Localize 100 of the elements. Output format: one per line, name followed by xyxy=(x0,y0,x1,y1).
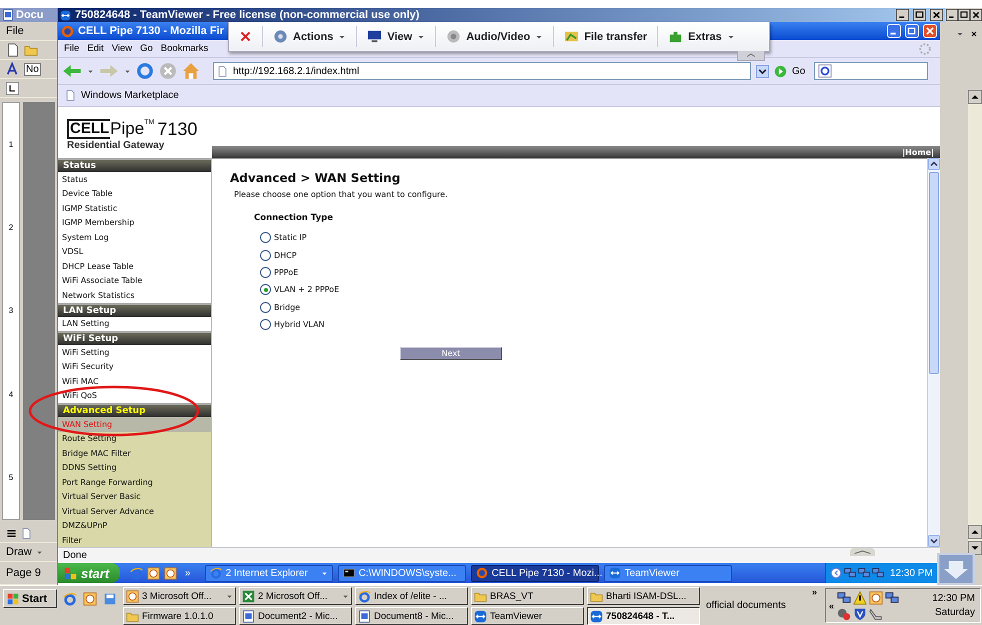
arrows-icon xyxy=(474,610,487,622)
taskbar-button[interactable]: TeamViewer xyxy=(471,607,584,625)
caret-icon xyxy=(36,548,43,556)
radio-button[interactable] xyxy=(260,266,271,278)
windows-flag-icon xyxy=(7,592,19,604)
radio-button[interactable] xyxy=(260,319,271,330)
maximize-icon[interactable] xyxy=(913,9,926,21)
logo-product: Pipe xyxy=(110,119,144,139)
toolbar-button[interactable]: Extras xyxy=(657,26,745,47)
draw-menu[interactable]: Draw xyxy=(6,546,32,558)
shield-icon[interactable] xyxy=(853,606,868,620)
toolbar-button[interactable]: Audio/Video xyxy=(435,26,554,47)
taskbar-button[interactable]: CELL Pipe 7130 - Mozi... xyxy=(470,564,599,582)
taskbar-button[interactable]: 2 Microsoft Off... xyxy=(239,587,352,605)
taskbar-button[interactable]: Document2 - Mic... xyxy=(239,607,352,625)
radio-button[interactable] xyxy=(260,232,271,244)
globe-icon[interactable] xyxy=(130,566,143,580)
collapse-icon[interactable] xyxy=(830,567,842,579)
network-icon[interactable] xyxy=(885,590,900,604)
menu-item[interactable]: Edit xyxy=(83,43,108,54)
sidebar-item[interactable]: Virtual Server Basic xyxy=(58,490,211,504)
menu-item[interactable]: Go xyxy=(136,43,157,54)
taskbar-button[interactable]: Index of /elite - ... xyxy=(355,587,468,605)
taskbar-button[interactable]: TeamViewer xyxy=(604,564,732,582)
go-button[interactable]: Go xyxy=(792,66,806,76)
search-field[interactable] xyxy=(814,62,928,80)
search-engine-icon[interactable] xyxy=(818,64,832,78)
spreadsheet-icon xyxy=(242,590,255,602)
taskbar-button[interactable]: 2 Internet Explorer xyxy=(204,564,333,582)
taskbar-button[interactable]: 3 Microsoft Off... xyxy=(123,587,236,605)
tab-stop-icon[interactable] xyxy=(6,82,19,94)
maximize-icon[interactable] xyxy=(958,9,970,21)
start-button[interactable]: Start xyxy=(3,589,57,608)
font-icon[interactable] xyxy=(6,62,20,76)
warning-icon[interactable] xyxy=(853,590,868,604)
sidebar-item[interactable]: LAN Setting xyxy=(58,316,211,331)
network-icon[interactable] xyxy=(837,590,852,604)
page-icon xyxy=(65,90,76,101)
section-header: Status xyxy=(58,158,211,172)
toolbar-button[interactable]: File transfer xyxy=(553,26,658,47)
status-bar: Done xyxy=(58,547,940,563)
minimize-icon[interactable] xyxy=(946,9,958,21)
menu-item[interactable]: View xyxy=(108,43,136,54)
minimize-icon[interactable] xyxy=(896,9,909,21)
option-label: VLAN + 2 PPPoE xyxy=(274,285,340,294)
close-icon[interactable] xyxy=(970,30,978,38)
network-icon[interactable] xyxy=(844,567,856,579)
address-field[interactable]: http://192.168.2.1/index.html xyxy=(213,62,751,80)
toolbar-button[interactable]: Actions xyxy=(262,26,356,47)
globe-icon[interactable] xyxy=(63,592,77,606)
taskbar-button[interactable]: 750824648 - T... xyxy=(587,607,700,625)
more-button[interactable]: » xyxy=(185,568,191,578)
caret-icon[interactable] xyxy=(956,30,964,38)
close-icon[interactable] xyxy=(970,9,982,21)
picture-folder-icon xyxy=(564,29,580,44)
close-icon[interactable] xyxy=(930,9,943,21)
ruler-number: 5 xyxy=(8,472,14,482)
scroll-thumb[interactable] xyxy=(929,172,939,374)
reload-icon[interactable] xyxy=(136,62,154,80)
sidebar-item[interactable]: Port Range Forwarding xyxy=(58,475,211,490)
ruler-number: 3 xyxy=(8,306,14,316)
sidebar-item[interactable]: Bridge MAC Filter xyxy=(58,446,211,460)
taskbar-button[interactable]: C:\WINDOWS\syste... xyxy=(338,564,466,582)
dropdown-icon[interactable] xyxy=(756,64,769,78)
home-link[interactable]: |Home| xyxy=(902,148,934,156)
menu-item[interactable]: Bookmarks xyxy=(156,43,212,54)
clock: 12:30 PM xyxy=(890,568,933,578)
section-header: LAN Setup xyxy=(58,302,211,316)
taskbar-button[interactable]: Document8 - Mic... xyxy=(355,607,468,625)
caret-icon[interactable] xyxy=(87,68,94,74)
sidebar-item[interactable]: DDNS Setting xyxy=(58,460,211,475)
caret-icon[interactable] xyxy=(124,68,131,74)
style-field[interactable]: No xyxy=(24,62,41,76)
menu-item[interactable]: File xyxy=(60,43,84,54)
sidebar-item[interactable]: Virtual Server Advance xyxy=(58,504,211,518)
panel-handle[interactable] xyxy=(850,548,875,556)
radio-button[interactable] xyxy=(260,250,271,261)
more-button[interactable]: » xyxy=(812,587,817,597)
taskbar-button[interactable]: BRAS_VT xyxy=(471,587,584,605)
monitor-icon xyxy=(367,29,382,44)
menu-item[interactable]: File xyxy=(6,25,24,37)
option-label: Hybrid VLAN xyxy=(274,320,325,330)
lines-icon[interactable] xyxy=(6,528,17,538)
restore-icon[interactable] xyxy=(905,24,919,38)
network-icon[interactable] xyxy=(858,567,870,579)
caret-icon xyxy=(342,593,349,600)
network-icon[interactable] xyxy=(872,567,884,579)
bookmark-link[interactable]: Windows Marketplace xyxy=(81,90,179,101)
section-header: WiFi Setup xyxy=(58,331,211,345)
taskbar-button[interactable]: Bharti ISAM-DSL... xyxy=(587,587,700,605)
go-icon[interactable] xyxy=(774,64,787,78)
taskbar-button[interactable]: Firmware 1.0.1.0 xyxy=(123,607,236,625)
radio-button[interactable] xyxy=(260,302,271,313)
page-view-icon[interactable] xyxy=(21,528,32,538)
toolbar-button[interactable]: View xyxy=(356,26,436,47)
sidebar-item[interactable]: DMZ&UPnP xyxy=(58,518,211,533)
sidebar-item[interactable]: Filter xyxy=(58,533,211,547)
tray-toggle[interactable]: « xyxy=(829,600,834,610)
radio-button[interactable] xyxy=(260,284,271,296)
new-document-icon[interactable] xyxy=(6,43,20,57)
